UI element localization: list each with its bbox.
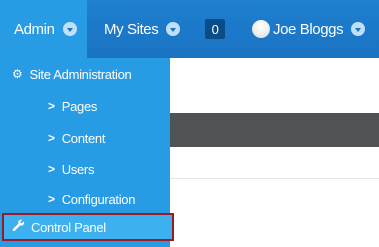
menu-item-label: Users bbox=[61, 161, 95, 177]
notifications-button[interactable]: 0 bbox=[205, 0, 225, 58]
menu-item-users[interactable]: > Users bbox=[0, 154, 170, 184]
user-name-label: Joe Bloggs bbox=[273, 20, 344, 38]
admin-dropdown-menu: ⚙ Site Administration > Pages > Content … bbox=[0, 58, 174, 247]
admin-menu-label: Admin bbox=[14, 20, 55, 38]
menu-item-pages[interactable]: > Pages bbox=[0, 90, 170, 122]
my-sites-menu-button[interactable]: My Sites bbox=[104, 0, 181, 58]
gear-icon: ⚙ bbox=[12, 67, 23, 81]
top-navigation-bar: Admin My Sites 0 Joe Bloggs bbox=[0, 0, 379, 58]
avatar bbox=[252, 20, 270, 38]
menu-item-label: Pages bbox=[61, 98, 98, 114]
chevron-down-icon bbox=[351, 22, 366, 36]
notification-count-badge: 0 bbox=[205, 19, 225, 39]
my-sites-label: My Sites bbox=[104, 20, 159, 38]
chevron-down-icon bbox=[166, 22, 181, 36]
site-administration-item[interactable]: ⚙ Site Administration bbox=[0, 58, 170, 90]
user-menu-button[interactable]: Joe Bloggs bbox=[252, 0, 366, 58]
chevron-right-icon: > bbox=[48, 99, 55, 113]
chevron-right-icon: > bbox=[48, 162, 55, 176]
menu-item-label: Configuration bbox=[61, 191, 136, 207]
menu-item-content[interactable]: > Content bbox=[0, 122, 170, 154]
wrench-icon bbox=[12, 219, 25, 235]
chevron-right-icon: > bbox=[48, 131, 55, 145]
menu-item-configuration[interactable]: > Configuration bbox=[0, 184, 170, 214]
site-administration-label: Site Administration bbox=[29, 66, 132, 82]
control-panel-label: Control Panel bbox=[31, 219, 106, 235]
admin-menu-button[interactable]: Admin bbox=[0, 0, 87, 58]
menu-item-label: Content bbox=[61, 130, 106, 146]
control-panel-item[interactable]: Control Panel bbox=[2, 213, 174, 241]
chevron-right-icon: > bbox=[48, 192, 55, 206]
chevron-down-icon bbox=[62, 22, 77, 36]
